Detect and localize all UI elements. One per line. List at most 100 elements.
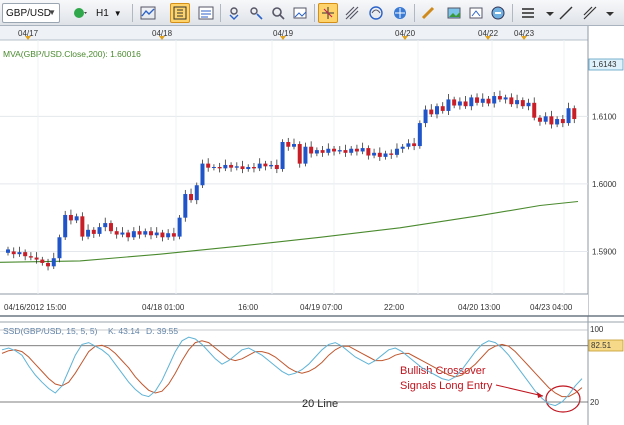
channel-menu-button[interactable] [600, 3, 620, 23]
candle-up [143, 231, 148, 235]
line-chart-icon [140, 6, 156, 20]
gear-icon [272, 7, 285, 20]
candle-down [429, 109, 434, 115]
candle-up [120, 232, 125, 235]
candle-down [46, 262, 51, 267]
ruler-icon [421, 6, 435, 20]
symbol-select[interactable]: GBP/USD ▼ [2, 3, 60, 23]
candle-up [492, 96, 497, 104]
time-tick-label: 04/20 13:00 [458, 303, 501, 312]
toolbar-divider [314, 4, 315, 22]
candle-down [286, 142, 291, 147]
candle-up [211, 167, 216, 168]
candle-up [469, 97, 474, 107]
ruler-button[interactable] [418, 3, 438, 23]
zoom-button[interactable] [466, 3, 486, 23]
candle-down [108, 223, 113, 232]
indicators-button[interactable] [196, 3, 216, 23]
trend-line-button[interactable] [556, 3, 576, 23]
candle-down [80, 216, 85, 237]
candle-up [435, 106, 439, 115]
candle-down [160, 232, 165, 238]
candle-down [560, 119, 565, 124]
zoom-icon [469, 7, 483, 19]
candle-down [549, 116, 554, 125]
candle-up [406, 143, 411, 147]
timeframe-select[interactable]: H1 ▼ [96, 3, 126, 23]
price-chart[interactable]: MVA(GBP/USD.Close,200): 1.60016 SSD(GBP/… [0, 26, 624, 425]
layout-button[interactable] [518, 3, 538, 23]
status-dot-button[interactable] [70, 3, 90, 23]
crosshair-icon [250, 7, 263, 20]
magnet-button[interactable] [224, 3, 244, 23]
candle-up [457, 101, 462, 106]
candle-down [440, 106, 445, 111]
d-value-label: D: 39.55 [146, 326, 178, 336]
candle-up [360, 148, 365, 152]
candle-down [537, 117, 542, 122]
candle-up [177, 217, 182, 237]
last-price-value: 1.6143 [592, 60, 617, 69]
candle-down [274, 164, 279, 170]
candle-up [349, 148, 354, 153]
crosshair-button[interactable] [246, 3, 266, 23]
candle-up [131, 231, 136, 238]
candle-up [383, 153, 388, 157]
pitchfork-icon [345, 6, 359, 20]
time-tick-label: 04/19 07:00 [300, 303, 343, 312]
candle-down [463, 101, 468, 107]
candle-up [154, 232, 159, 236]
fibonacci-button[interactable] [366, 3, 386, 23]
candle-up [372, 152, 377, 156]
chevron-down-icon: ▼ [48, 8, 56, 17]
bar-chart-button[interactable] [170, 3, 190, 23]
settings-button[interactable] [268, 3, 288, 23]
properties-icon [491, 6, 505, 20]
properties-button[interactable] [488, 3, 508, 23]
time-tick-label: 04/16/2012 15:00 [4, 303, 67, 312]
indicators-icon [198, 6, 214, 20]
gann-icon [394, 7, 406, 19]
oversold-scale-label: 20 [590, 398, 599, 407]
cursor-icon [322, 7, 334, 19]
candle-down [343, 150, 348, 153]
channel-button[interactable] [580, 3, 600, 23]
candle-down [297, 144, 302, 164]
candle-up [103, 223, 108, 228]
candle-down [217, 167, 222, 169]
chevron-down-icon [606, 12, 614, 16]
candle-up [194, 185, 199, 201]
candle-up [337, 150, 342, 152]
candle-up [423, 109, 428, 124]
picture-button[interactable] [444, 3, 464, 23]
candle-down [23, 252, 28, 257]
candle-up [417, 123, 422, 147]
candle-down [229, 164, 234, 168]
cursor-button[interactable] [318, 3, 338, 23]
trend-line-icon [559, 6, 573, 20]
candle-up [566, 108, 571, 124]
candle-up [223, 164, 228, 169]
gann-button[interactable] [390, 3, 410, 23]
candle-up [515, 100, 520, 105]
candle-down [332, 148, 337, 152]
candle-down [68, 214, 73, 221]
image-button[interactable] [290, 3, 310, 23]
layout-icon [522, 8, 534, 18]
time-tick-label: 04/18 01:00 [142, 303, 185, 312]
candle-down [389, 153, 394, 155]
time-tick-label: 22:00 [384, 303, 405, 312]
candle-down [240, 166, 245, 170]
candle-up [200, 163, 205, 186]
pitchfork-button[interactable] [342, 3, 362, 23]
line-chart-button[interactable] [138, 3, 158, 23]
candle-down [377, 152, 382, 157]
price-tick-label: 1.5900 [592, 247, 617, 256]
candle-down [28, 256, 33, 258]
candle-up [257, 163, 262, 169]
candle-down [532, 102, 537, 118]
candle-up [183, 194, 188, 218]
candle-up [74, 216, 79, 221]
candle-down [520, 100, 525, 107]
level-badge-value: 82.51 [591, 341, 612, 350]
